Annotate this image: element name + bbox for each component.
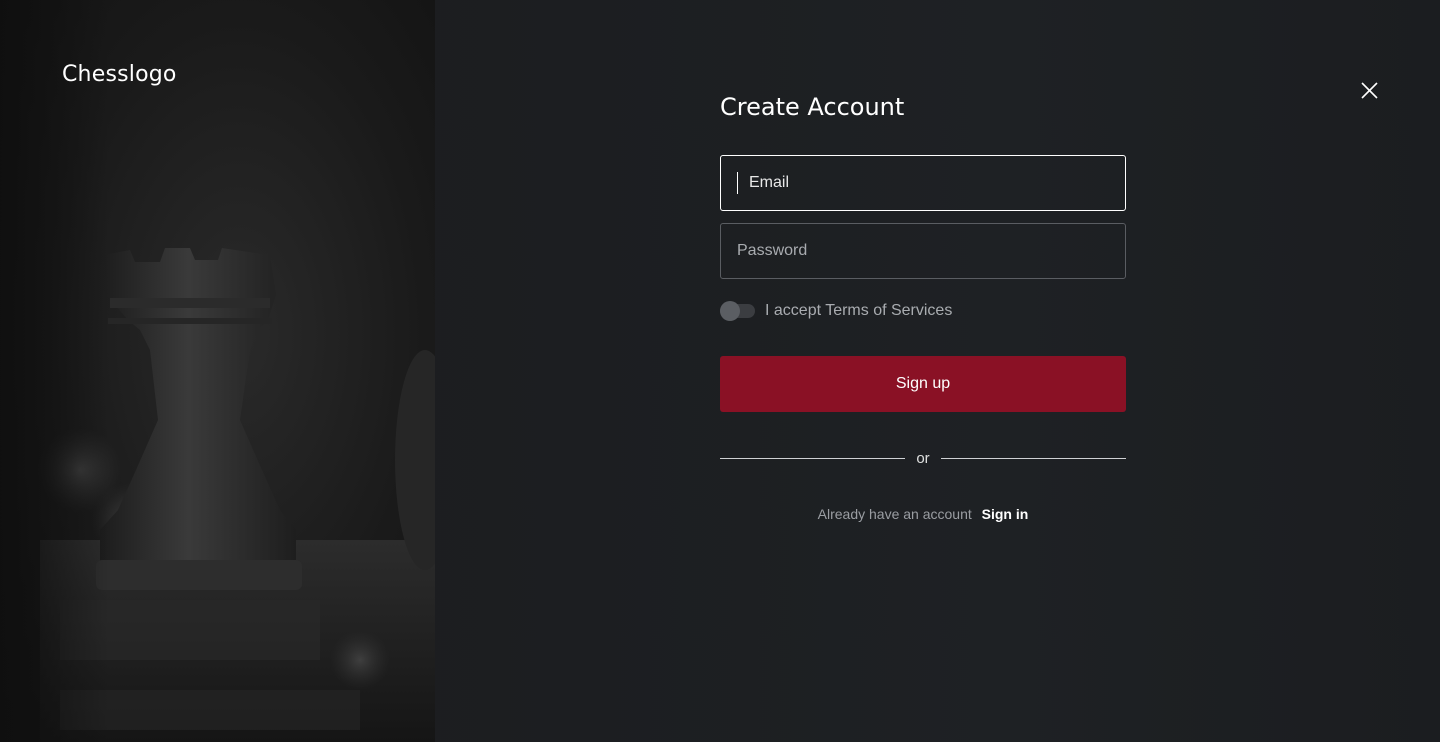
or-divider: or	[720, 448, 1126, 468]
signin-link[interactable]: Sign in	[982, 506, 1029, 522]
signup-form: Create Account I accept Terms of Service…	[720, 92, 1126, 522]
create-account-page: Chesslogo Create Account I accept Terms …	[0, 0, 1440, 742]
signin-prompt: Already have an account	[817, 506, 972, 522]
divider-text: or	[916, 449, 930, 467]
email-field-wrapper	[720, 155, 1126, 211]
close-button[interactable]	[1356, 77, 1383, 104]
page-title: Create Account	[720, 93, 905, 121]
chess-rook-icon	[0, 0, 435, 742]
password-field[interactable]	[721, 224, 1125, 278]
terms-row: I accept Terms of Services	[720, 299, 1126, 323]
signin-row: Already have an account Sign in	[720, 506, 1126, 522]
terms-label[interactable]: I accept Terms of Services	[765, 302, 952, 320]
divider-line-right	[940, 457, 1126, 459]
divider-line-left	[720, 457, 906, 459]
toggle-knob	[720, 301, 740, 321]
close-icon	[1361, 82, 1378, 99]
text-caret	[737, 172, 738, 194]
terms-toggle[interactable]	[720, 301, 755, 321]
signup-button[interactable]: Sign up	[720, 356, 1126, 412]
email-field[interactable]	[721, 156, 1125, 210]
password-field-wrapper	[720, 223, 1126, 279]
brand-logo[interactable]: Chesslogo	[62, 62, 177, 87]
hero-panel: Chesslogo	[0, 0, 435, 742]
